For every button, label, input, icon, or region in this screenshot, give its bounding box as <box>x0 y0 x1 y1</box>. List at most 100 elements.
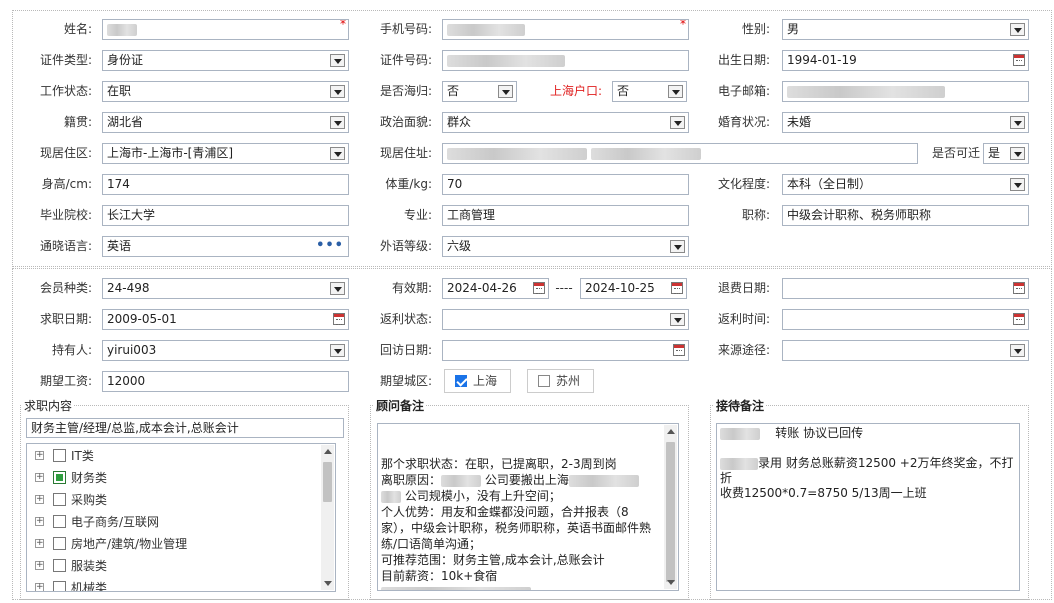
major-field[interactable]: 工商管理 <box>442 205 689 226</box>
chevron-down-icon[interactable] <box>330 282 345 295</box>
chevron-down-icon[interactable] <box>330 54 345 67</box>
chevron-down-icon[interactable] <box>1010 147 1025 160</box>
job-content-selected[interactable]: 财务主管/经理/总监,成本会计,总账会计 <box>26 418 344 438</box>
scroll-up-icon[interactable] <box>667 429 675 434</box>
education-select[interactable]: 本科（全日制） <box>782 174 1029 195</box>
consultant-notes-textarea[interactable]: 那个求职状态：在职，已提离职，2-3周到岗 离职原因： 公司要搬出上海 公司规模… <box>377 423 679 591</box>
scroll-thumb[interactable] <box>666 442 675 582</box>
calendar-icon[interactable] <box>533 282 545 294</box>
residence-address-field[interactable] <box>442 143 918 164</box>
job-category-tree[interactable]: + IT类 + 财务类 + 采购类 + 电子商务/互联网 + 房地产/建筑/物业管理 + 服… <box>26 443 336 592</box>
checkbox-unchecked-icon[interactable] <box>53 449 66 462</box>
checkbox-unchecked-icon[interactable] <box>53 537 66 550</box>
height-field[interactable]: 174 <box>102 174 349 195</box>
calendar-icon[interactable] <box>333 313 345 325</box>
job-date-value: 2009-05-01 <box>107 312 177 326</box>
language-field[interactable]: 英语 ••• <box>102 236 349 257</box>
expand-plus-icon[interactable]: + <box>35 539 44 548</box>
note-text: 离职原因： <box>381 473 442 487</box>
calendar-icon[interactable] <box>671 282 683 294</box>
calendar-icon[interactable] <box>1013 313 1025 325</box>
valid-end-field[interactable]: 2024-10-25 <box>580 278 687 299</box>
checkbox-partial-icon[interactable] <box>53 471 66 484</box>
expand-plus-icon[interactable]: + <box>35 561 44 570</box>
shanghai-hukou-select[interactable]: 否 <box>612 81 687 102</box>
returnee-select[interactable]: 否 <box>442 81 517 102</box>
chevron-down-icon[interactable] <box>330 116 345 129</box>
native-place-select[interactable]: 湖北省 <box>102 112 349 133</box>
chevron-down-icon[interactable] <box>668 85 683 98</box>
chevron-down-icon[interactable] <box>1010 23 1025 36</box>
foreign-level-select[interactable]: 六级 <box>442 236 689 257</box>
source-label: 来源途径: <box>717 343 770 357</box>
note-text: 公司规模小，没有上升空间； <box>404 489 561 503</box>
chevron-down-icon[interactable] <box>1010 344 1025 357</box>
calendar-icon[interactable] <box>1013 54 1025 66</box>
job-title-field[interactable]: 中级会计职称、税务师职称 <box>782 205 1029 226</box>
valid-period-label: 有效期: <box>391 281 432 295</box>
chevron-down-icon[interactable] <box>330 147 345 160</box>
chevron-down-icon[interactable] <box>330 344 345 357</box>
redacted-text <box>568 474 639 487</box>
chevron-down-icon[interactable] <box>670 240 685 253</box>
scroll-down-icon[interactable] <box>667 580 675 585</box>
visit-date-label: 回访日期: <box>379 343 432 357</box>
expand-plus-icon[interactable]: + <box>35 473 44 482</box>
rebate-time-label: 返利时间: <box>717 312 770 326</box>
checkbox-unchecked-icon[interactable] <box>538 375 550 387</box>
id-number-field[interactable] <box>442 50 689 71</box>
email-field[interactable] <box>782 81 1029 102</box>
birth-date-field[interactable]: 1994-01-19 <box>782 50 1029 71</box>
scroll-thumb[interactable] <box>323 462 332 502</box>
scroll-up-icon[interactable] <box>324 449 332 454</box>
city-option-suzhou[interactable]: 苏州 <box>527 369 594 393</box>
holder-select[interactable]: yirui003 <box>102 340 349 361</box>
reachable-select[interactable]: 是 <box>983 143 1029 164</box>
id-type-select[interactable]: 身份证 <box>102 50 349 71</box>
chevron-down-icon[interactable] <box>1010 178 1025 191</box>
checkbox-unchecked-icon[interactable] <box>53 581 66 591</box>
checkbox-unchecked-icon[interactable] <box>53 493 66 506</box>
name-field[interactable]: * <box>102 19 349 40</box>
source-select[interactable] <box>782 340 1029 361</box>
checkbox-unchecked-icon[interactable] <box>53 559 66 572</box>
residence-area-select[interactable]: 上海市-上海市-[青浦区] <box>102 143 349 164</box>
more-icon[interactable]: ••• <box>316 239 344 252</box>
scroll-down-icon[interactable] <box>324 581 332 586</box>
expand-plus-icon[interactable]: + <box>35 495 44 504</box>
expected-salary-field[interactable]: 12000 <box>102 371 349 392</box>
notes-scrollbar[interactable] <box>664 425 677 589</box>
tree-scrollbar[interactable] <box>321 445 334 590</box>
valid-start-field[interactable]: 2024-04-26 <box>442 278 549 299</box>
city-option-shanghai[interactable]: 上海 <box>444 369 511 393</box>
chevron-down-icon[interactable] <box>1010 116 1025 129</box>
phone-field[interactable]: * <box>442 19 689 40</box>
rebate-time-field[interactable] <box>782 309 1029 330</box>
member-type-select[interactable]: 24-498 <box>102 278 349 299</box>
chevron-down-icon[interactable] <box>498 85 513 98</box>
chevron-down-icon[interactable] <box>670 116 685 129</box>
residence-address-label: 现居住址: <box>379 146 432 160</box>
chevron-down-icon[interactable] <box>330 85 345 98</box>
reception-notes-textarea[interactable]: 转账 协议已回传 录用 财务总账薪资12500 +2万年终奖金，不打折 收费12… <box>716 423 1020 591</box>
expand-plus-icon[interactable]: + <box>35 517 44 526</box>
calendar-icon[interactable] <box>1013 282 1025 294</box>
tree-item-label: IT类 <box>71 449 94 463</box>
weight-field[interactable]: 70 <box>442 174 689 195</box>
chevron-down-icon[interactable] <box>670 313 685 326</box>
school-field[interactable]: 长江大学 <box>102 205 349 226</box>
expand-plus-icon[interactable]: + <box>35 583 44 591</box>
marital-select[interactable]: 未婚 <box>782 112 1029 133</box>
checkbox-unchecked-icon[interactable] <box>53 515 66 528</box>
expand-plus-icon[interactable]: + <box>35 451 44 460</box>
job-date-field[interactable]: 2009-05-01 <box>102 309 349 330</box>
calendar-icon[interactable] <box>673 344 685 356</box>
refund-date-field[interactable] <box>782 278 1029 299</box>
rebate-status-select[interactable] <box>442 309 689 330</box>
political-select[interactable]: 群众 <box>442 112 689 133</box>
work-status-select[interactable]: 在职 <box>102 81 349 102</box>
visit-date-field[interactable] <box>442 340 689 361</box>
checkbox-checked-icon[interactable] <box>455 375 467 387</box>
note-line: 转账 协议已回传 <box>720 426 1016 441</box>
gender-select[interactable]: 男 <box>782 19 1029 40</box>
